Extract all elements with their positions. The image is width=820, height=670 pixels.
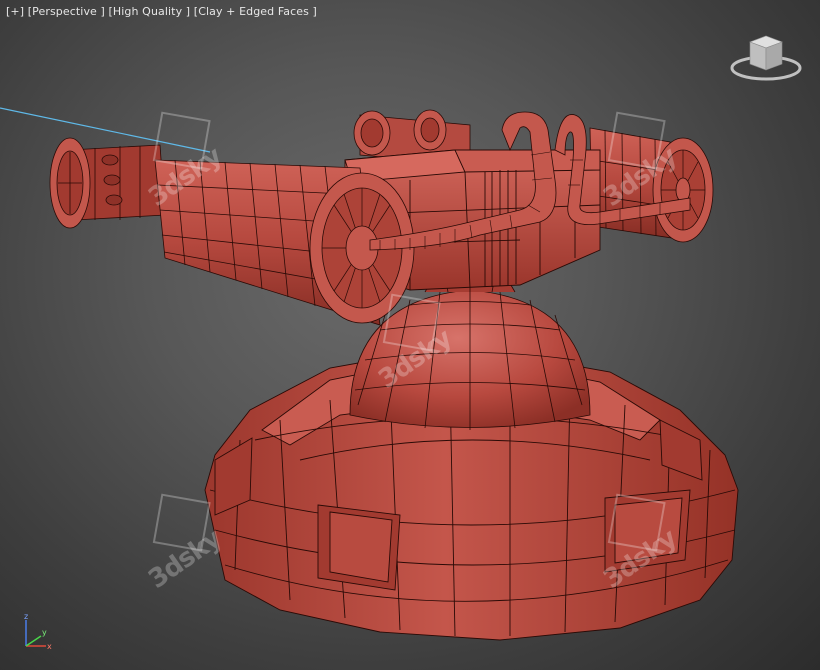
axis-z-label: z (24, 612, 28, 621)
viewcube-icon[interactable] (728, 32, 804, 84)
axis-x-label: x (47, 642, 52, 651)
selection-link-line (0, 107, 211, 153)
perspective-viewport[interactable]: [+] [Perspective ] [High Quality ] [Clay… (0, 0, 820, 670)
rear-barrel[interactable] (589, 127, 714, 243)
axis-tripod-icon: z x y (24, 612, 52, 651)
axis-y-label: y (42, 628, 47, 637)
scene-model[interactable] (0, 0, 820, 670)
